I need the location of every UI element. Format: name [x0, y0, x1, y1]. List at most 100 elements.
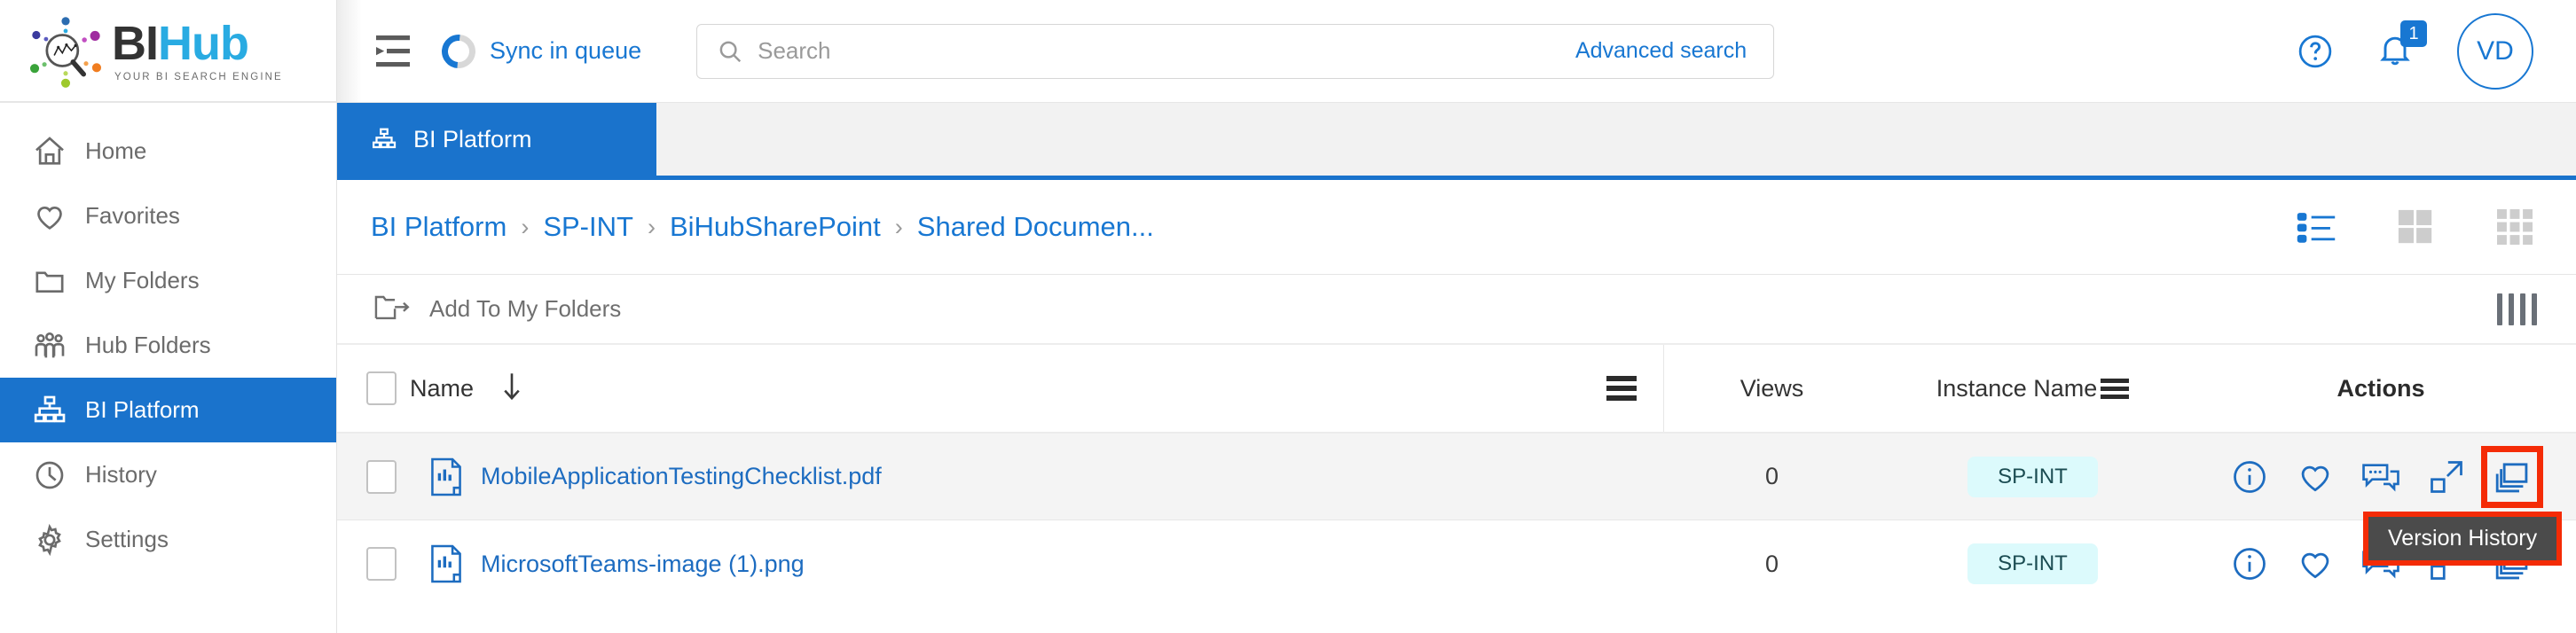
select-all-checkbox[interactable] — [366, 371, 397, 405]
breadcrumb-item[interactable]: SP-INT — [543, 211, 633, 243]
chevron-right-icon: › — [521, 213, 530, 240]
sidebar-item-label: My Folders — [85, 267, 200, 293]
search-icon — [717, 38, 743, 65]
collapse-menu-icon[interactable] — [374, 34, 417, 69]
chevron-right-icon: › — [647, 213, 656, 240]
sidebar: BIHub YOUR BI SEARCH ENGINE Home Favorit… — [0, 0, 337, 633]
sidebar-item-label: BI Platform — [85, 396, 200, 423]
clock-icon — [32, 457, 73, 493]
card-view-icon[interactable] — [2395, 209, 2436, 245]
people-group-icon — [32, 328, 73, 363]
logo-wordmark: BIHub YOUR BI SEARCH ENGINE — [112, 20, 283, 82]
version-history-icon[interactable] — [2481, 445, 2543, 508]
expand-icon[interactable] — [2426, 457, 2467, 497]
info-icon[interactable] — [2229, 457, 2270, 497]
info-icon[interactable] — [2229, 543, 2270, 584]
sidebar-nav: Home Favorites My Folders Hub Folders BI… — [0, 103, 336, 572]
table-row[interactable]: MicrosoftTeams-image (1).png 0 SP-INT — [337, 520, 2576, 607]
tooltip-version-history: Version History — [2363, 511, 2563, 566]
tab-bi-platform[interactable]: BI Platform — [337, 103, 656, 176]
column-header-actions: Actions — [2186, 375, 2576, 402]
sidebar-item-label: Home — [85, 137, 147, 164]
top-bar: Sync in queue Advanced search — [337, 0, 2576, 103]
document-chart-icon — [429, 544, 463, 583]
bihub-logo-icon — [29, 17, 102, 88]
search-bar[interactable]: Advanced search — [696, 23, 1775, 79]
comment-icon[interactable] — [2360, 457, 2401, 497]
question-circle-icon[interactable] — [2296, 32, 2335, 71]
heart-icon[interactable] — [2295, 543, 2336, 584]
view-toggle-group — [2296, 209, 2535, 245]
file-name-link[interactable]: MicrosoftTeams-image (1).png — [481, 551, 805, 578]
add-to-my-folders-label: Add To My Folders — [429, 295, 622, 322]
file-table: Name Views Instance Name Actions MobileA… — [337, 345, 2576, 633]
sync-spinner-icon — [435, 27, 483, 75]
app-logo[interactable]: BIHub YOUR BI SEARCH ENGINE — [0, 0, 336, 103]
file-name-link[interactable]: MobileApplicationTestingChecklist.pdf — [481, 463, 882, 490]
breadcrumb-item[interactable]: Shared Documen... — [917, 211, 1154, 243]
heart-icon[interactable] — [2295, 457, 2336, 497]
column-settings-icon[interactable] — [2497, 293, 2537, 325]
logo-tagline: YOUR BI SEARCH ENGINE — [114, 71, 283, 82]
main-content: Sync in queue Advanced search — [337, 0, 2576, 633]
row-views-cell: 0 — [1663, 434, 1880, 520]
tab-strip-empty — [656, 103, 2576, 176]
row-name-cell: MobileApplicationTestingChecklist.pdf — [410, 457, 1663, 496]
notification-count-badge: 1 — [2400, 20, 2427, 47]
select-all-cell — [337, 371, 410, 405]
search-input[interactable] — [758, 37, 1575, 65]
sort-descending-icon[interactable] — [499, 371, 525, 406]
action-bar: Add To My Folders — [337, 274, 2576, 345]
advanced-search-link[interactable]: Advanced search — [1575, 38, 1747, 64]
sidebar-item-home[interactable]: Home — [0, 119, 336, 184]
sidebar-item-label: Settings — [85, 526, 169, 552]
sitemap-icon — [371, 126, 397, 152]
row-instance-cell: SP-INT — [1880, 456, 2186, 497]
add-to-my-folders-button[interactable]: Add To My Folders — [374, 291, 621, 327]
instance-badge: SP-INT — [1967, 543, 2098, 584]
row-select-cell — [337, 459, 410, 494]
tile-view-icon[interactable] — [2494, 209, 2535, 245]
instance-badge: SP-INT — [1967, 456, 2098, 497]
heart-icon — [32, 199, 73, 234]
table-row[interactable]: MobileApplicationTestingChecklist.pdf 0 … — [337, 434, 2576, 566]
home-icon — [32, 134, 73, 169]
notifications-button[interactable]: 1 — [2376, 20, 2427, 74]
document-chart-icon — [429, 457, 463, 496]
breadcrumb-item[interactable]: BI Platform — [371, 211, 507, 243]
views-value: 0 — [1764, 550, 1779, 577]
folder-arrow-icon — [374, 291, 412, 327]
logo-bi-text: BI — [112, 16, 159, 70]
sync-status[interactable]: Sync in queue — [435, 27, 641, 75]
sitemap-icon — [32, 393, 73, 428]
sidebar-item-bi-platform[interactable]: BI Platform — [0, 378, 336, 442]
breadcrumb: BI Platform › SP-INT › BiHubSharePoint ›… — [371, 211, 1154, 243]
table-header-row: Name Views Instance Name Actions — [337, 345, 2576, 434]
row-actions-cell: Version History — [2186, 445, 2576, 566]
sidebar-item-favorites[interactable]: Favorites — [0, 184, 336, 248]
row-select-cell — [337, 547, 410, 581]
avatar[interactable]: VD — [2457, 12, 2533, 90]
sidebar-item-hub-folders[interactable]: Hub Folders — [0, 313, 336, 378]
sidebar-item-settings[interactable]: Settings — [0, 507, 336, 572]
sidebar-item-my-folders[interactable]: My Folders — [0, 248, 336, 313]
column-header-instance-name-label: Instance Name — [1936, 374, 2098, 402]
tab-strip: BI Platform — [337, 103, 2576, 176]
row-views-cell: 0 — [1663, 520, 1880, 607]
column-header-views[interactable]: Views — [1663, 345, 1880, 432]
sidebar-item-label: Hub Folders — [85, 332, 211, 358]
row-checkbox[interactable] — [366, 459, 397, 494]
breadcrumb-item[interactable]: BiHubSharePoint — [670, 211, 881, 243]
column-header-name[interactable]: Name — [410, 371, 1663, 406]
column-header-instance-name[interactable]: Instance Name — [1880, 375, 2186, 402]
sidebar-item-history[interactable]: History — [0, 442, 336, 507]
top-bar-right-actions: 1 VD — [2296, 12, 2576, 90]
name-column-menu-icon[interactable] — [1606, 376, 1637, 401]
column-header-actions-label: Actions — [2336, 374, 2425, 402]
chevron-right-icon: › — [894, 213, 903, 240]
row-checkbox[interactable] — [366, 547, 397, 581]
column-header-views-label: Views — [1740, 374, 1804, 402]
instance-column-menu-icon[interactable] — [2101, 378, 2130, 399]
list-view-icon[interactable] — [2296, 209, 2336, 245]
gear-icon — [32, 522, 73, 558]
